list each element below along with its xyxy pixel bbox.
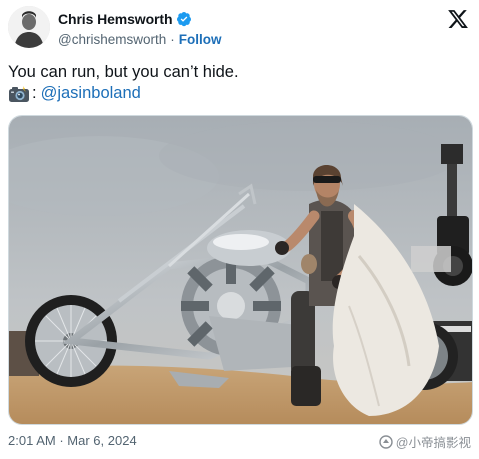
tweet-header: Chris Hemsworth @chrishemsworth · Follow xyxy=(8,6,471,50)
verified-badge-icon xyxy=(176,11,192,27)
follow-button[interactable]: Follow xyxy=(179,32,222,47)
tweet-timestamp[interactable]: 2:01 AM · Mar 6, 2024 xyxy=(8,433,137,448)
tweet-line-2: : @jasinboland xyxy=(8,83,239,104)
tweet-text: You can run, but you can’t hide. : @jasi… xyxy=(8,62,239,104)
tweet-line-1: You can run, but you can’t hide. xyxy=(8,63,239,81)
tweet-date: Mar 6, 2024 xyxy=(67,433,137,448)
display-name[interactable]: Chris Hemsworth xyxy=(58,11,173,27)
watermark-logo-icon xyxy=(379,434,393,449)
name-row: Chris Hemsworth xyxy=(58,10,221,28)
separator-dot: · xyxy=(170,32,175,47)
handle-row: @chrishemsworth · Follow xyxy=(58,32,221,47)
author-handle[interactable]: @chrishemsworth xyxy=(58,32,166,47)
camera-flash-icon xyxy=(8,85,30,103)
separator-dot: · xyxy=(59,433,64,448)
x-logo-icon[interactable] xyxy=(447,8,469,30)
watermark-text: @小帝搞影视 xyxy=(395,436,471,450)
author-block: Chris Hemsworth @chrishemsworth · Follow xyxy=(58,10,221,47)
tweet-photo[interactable] xyxy=(8,115,473,425)
avatar[interactable] xyxy=(8,6,50,48)
watermark: @小帝搞影视 xyxy=(379,432,471,451)
mention-link[interactable]: @jasinboland xyxy=(41,83,141,104)
tweet-time: 2:01 AM xyxy=(8,433,56,448)
colon-text: : xyxy=(32,84,37,102)
